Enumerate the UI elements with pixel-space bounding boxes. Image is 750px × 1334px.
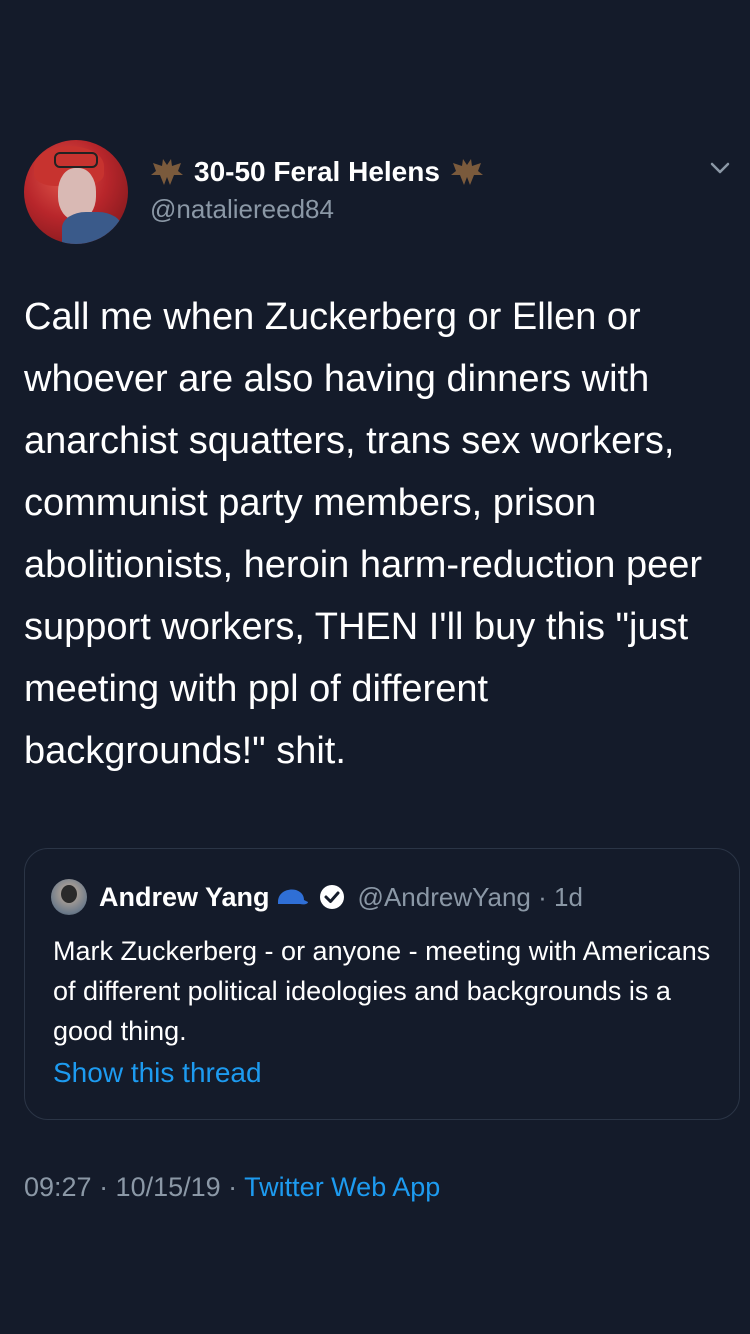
- tweet-text: Call me when Zuckerberg or Ellen or whoe…: [24, 296, 703, 772]
- quoted-author-handle-time: @AndrewYang · 1d: [357, 881, 583, 912]
- author-display-name[interactable]: 30-50 Feral Helens: [194, 156, 440, 188]
- blue-cap-icon: [277, 889, 308, 905]
- tweet-meta: 09:27 · 10/15/19 · Twitter Web App: [24, 1172, 440, 1203]
- author-name-row[interactable]: 30-50 Feral Helens: [150, 154, 484, 190]
- verified-icon: [319, 885, 344, 909]
- quoted-author-avatar: [51, 879, 87, 915]
- tweet-screen: 30-50 Feral Helens @nataliereed84 Call m…: [0, 0, 750, 1334]
- quoted-tweet-header: Andrew Yang @AndrewYang · 1d: [51, 877, 583, 917]
- bat-icon: [450, 159, 483, 185]
- quoted-author-name: Andrew Yang: [99, 881, 270, 912]
- tweet-header: 30-50 Feral Helens @nataliereed84: [24, 140, 734, 250]
- chevron-down-icon[interactable]: [706, 154, 734, 182]
- quoted-tweet-text: Mark Zuckerberg - or anyone - meeting wi…: [53, 936, 711, 1046]
- bat-icon: [151, 159, 183, 185]
- author-avatar[interactable]: [24, 140, 128, 244]
- author-handle[interactable]: @nataliereed84: [150, 194, 334, 225]
- tweet-source[interactable]: Twitter Web App: [244, 1172, 440, 1202]
- show-thread-link[interactable]: Show this thread: [53, 1057, 262, 1089]
- quoted-tweet-card[interactable]: Andrew Yang @AndrewYang · 1d Mark Zucker…: [24, 848, 740, 1120]
- tweet-timestamp[interactable]: 09:27 · 10/15/19 ·: [24, 1172, 244, 1202]
